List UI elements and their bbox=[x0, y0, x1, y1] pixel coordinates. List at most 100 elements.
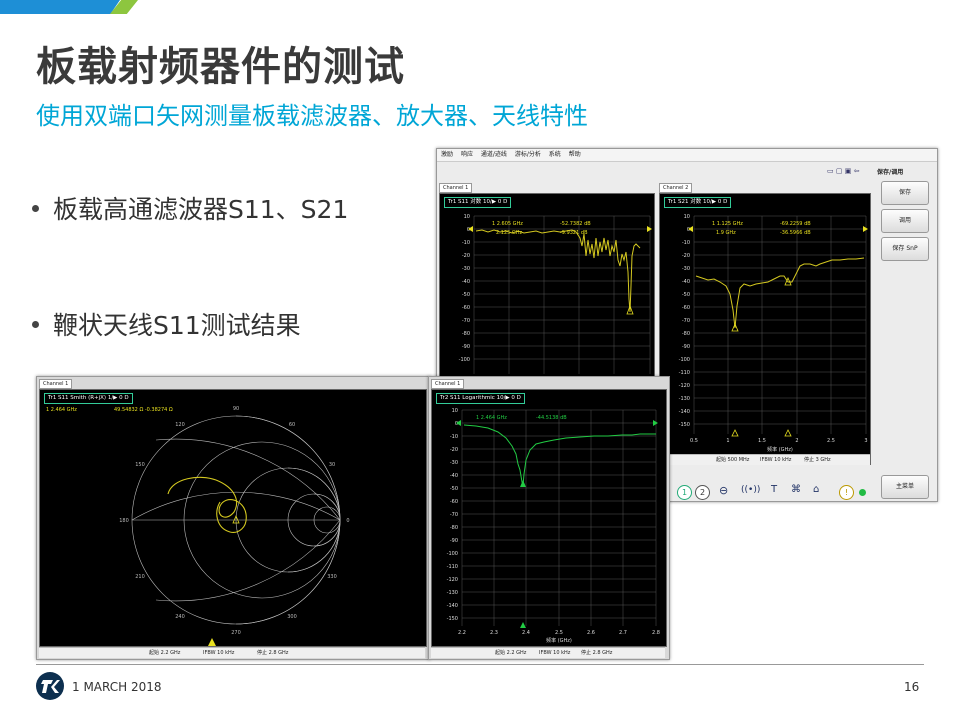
vna-menubar: 激励 响应 通道/迹线 游标/分析 系统 帮助 bbox=[437, 149, 937, 162]
save-snp-button[interactable]: 保存 SnP bbox=[881, 237, 929, 261]
port-2-icon[interactable]: 2 bbox=[695, 485, 710, 500]
y-tick: -150 bbox=[447, 616, 458, 622]
footer-date: 1 MARCH 2018 bbox=[72, 680, 162, 694]
antenna-graph: 10 0 -10 -20 -30 -40 -50 -60 -70 -80 -90… bbox=[447, 408, 660, 644]
calibration-icon[interactable]: ⌘ bbox=[791, 484, 801, 495]
y-tick: -140 bbox=[679, 409, 690, 415]
status-ifbw: IFBW 10 kHz bbox=[203, 650, 235, 656]
wireless-icon[interactable]: ((•)) bbox=[741, 485, 760, 495]
reference-icon[interactable]: ⌂ bbox=[813, 484, 819, 495]
y-tick: -120 bbox=[447, 577, 458, 583]
marker-2-freq: 1.9 GHz bbox=[716, 230, 736, 236]
menu-item[interactable]: 系统 bbox=[549, 151, 561, 158]
side-panel-title: 保存/调用 bbox=[877, 169, 904, 176]
antenna-plot: Tr2 S11 Logarithmic 10/▶ 0 D 10 0 -10 -2… bbox=[431, 389, 667, 647]
page-subtitle: 使用双端口矢网测量板载滤波器、放大器、天线特性 bbox=[36, 102, 588, 130]
status-stop: 停止 2.8 GHz bbox=[581, 650, 613, 656]
main-menu-button[interactable]: 主菜单 bbox=[881, 475, 929, 499]
y-tick: 0 bbox=[687, 227, 690, 233]
bullet-dot-icon bbox=[32, 204, 39, 212]
x-tick: 2.5 bbox=[555, 630, 563, 636]
y-tick: -140 bbox=[447, 603, 458, 609]
bullet-item: 鞭状天线S11测试结果 bbox=[32, 306, 301, 342]
temperature-icon[interactable]: ! bbox=[839, 485, 854, 500]
y-tick: -50 bbox=[462, 292, 470, 298]
ring-label: 120 bbox=[175, 422, 185, 428]
x-tick: 1.5 bbox=[758, 438, 766, 444]
y-tick: -40 bbox=[450, 473, 458, 479]
y-tick: -90 bbox=[462, 344, 470, 350]
antenna-statusbar: 起始 2.2 GHz IFBW 10 kHz 停止 2.8 GHz bbox=[431, 647, 665, 658]
marker-1-value: -52.7382 dB bbox=[560, 221, 591, 227]
y-tick: -80 bbox=[682, 331, 690, 337]
y-tick: -10 bbox=[682, 240, 690, 246]
menu-item[interactable]: 游标/分析 bbox=[515, 151, 541, 158]
ch1-graph: 10 0 -10 -20 -30 -40 -50 -60 -70 -80 -90… bbox=[459, 214, 652, 374]
y-tick: -100 bbox=[679, 357, 690, 363]
marker-1-value: -69.2259 dB bbox=[780, 221, 811, 227]
x-axis-label: 频率 (GHz) bbox=[767, 446, 793, 453]
y-tick: -50 bbox=[682, 292, 690, 298]
recall-button[interactable]: 调用 bbox=[881, 209, 929, 233]
channel-label[interactable]: Channel 1 bbox=[39, 379, 73, 389]
ring-label: 150 bbox=[135, 462, 145, 468]
y-tick: -90 bbox=[450, 538, 458, 544]
x-tick: 2 bbox=[795, 438, 798, 444]
smith-window: Channel 1 Tr1 S11 Smith (R+jX) 1/▶ 0 D 1… bbox=[36, 376, 430, 660]
y-tick: -30 bbox=[450, 460, 458, 466]
save-button[interactable]: 保存 bbox=[881, 181, 929, 205]
restore-icon[interactable]: ▢ bbox=[836, 167, 843, 175]
y-tick: -80 bbox=[462, 331, 470, 337]
menu-item[interactable]: 帮助 bbox=[569, 151, 581, 158]
status-start: 起始 500 MHz bbox=[716, 457, 750, 463]
y-tick: -40 bbox=[682, 279, 690, 285]
minimize-icon[interactable]: ▭ bbox=[827, 167, 834, 175]
back-arrow-icon[interactable]: ⇦ bbox=[854, 167, 860, 175]
y-tick: -100 bbox=[447, 551, 458, 557]
y-tick: -80 bbox=[450, 525, 458, 531]
y-tick: -60 bbox=[682, 305, 690, 311]
sweep-icon[interactable]: ⊖ bbox=[719, 484, 728, 497]
maximize-icon[interactable]: ▣ bbox=[845, 167, 852, 175]
marker-1-value: -44.5138 dB bbox=[536, 415, 567, 421]
bullet-text: 板载高通滤波器S11、S21 bbox=[53, 195, 349, 224]
y-tick: 10 bbox=[464, 214, 470, 220]
y-tick: -100 bbox=[459, 357, 470, 363]
status-start: 起始 2.2 GHz bbox=[495, 650, 527, 656]
ring-label: 210 bbox=[135, 574, 145, 580]
menu-item[interactable]: 通道/迹线 bbox=[481, 151, 507, 158]
header-deco-blue bbox=[0, 0, 120, 14]
status-ifbw: IFBW 10 kHz bbox=[539, 650, 571, 656]
channel-label[interactable]: Channel 1 bbox=[439, 183, 473, 193]
y-tick: -20 bbox=[450, 447, 458, 453]
x-tick: 2.6 bbox=[587, 630, 595, 636]
status-start: 起始 2.2 GHz bbox=[149, 650, 181, 656]
channel-label[interactable]: Channel 2 bbox=[659, 183, 693, 193]
status-stop: 停止 2.8 GHz bbox=[257, 650, 289, 656]
status-led-icon bbox=[859, 489, 866, 496]
status-ifbw: IFBW 10 kHz bbox=[760, 457, 792, 463]
y-tick: 0 bbox=[467, 227, 470, 233]
smith-plot: Tr1 S11 Smith (R+jX) 1/▶ 0 D 1 2.464 GHz… bbox=[39, 389, 427, 647]
y-tick: -120 bbox=[679, 383, 690, 389]
marker-2-value: -36.5966 dB bbox=[780, 230, 811, 236]
ring-label: 270 bbox=[231, 630, 241, 636]
status-stop: 停止 3 GHz bbox=[804, 457, 831, 463]
port-1-icon[interactable]: 1 bbox=[677, 485, 692, 500]
channel-label[interactable]: Channel 1 bbox=[431, 379, 465, 389]
y-tick: -70 bbox=[682, 318, 690, 324]
x-tick: 0.5 bbox=[690, 438, 698, 444]
ch2-plot: Tr1 S21 对数 10/▶ 0 D 10 0 -10 -20 -30 -40… bbox=[659, 193, 871, 465]
ring-label: 330 bbox=[327, 574, 337, 580]
marker-1-freq: 1 2.464 GHz bbox=[476, 415, 507, 421]
x-tick: 2.7 bbox=[619, 630, 627, 636]
smith-statusbar: 起始 2.2 GHz IFBW 10 kHz 停止 2.8 GHz bbox=[39, 647, 425, 658]
x-tick: 2.5 bbox=[827, 438, 835, 444]
ring-label: 60 bbox=[289, 422, 295, 428]
company-logo-icon bbox=[36, 672, 64, 700]
y-tick: -90 bbox=[682, 344, 690, 350]
trigger-icon[interactable]: T bbox=[771, 484, 777, 495]
menu-item[interactable]: 激励 bbox=[441, 151, 453, 158]
menu-item[interactable]: 响应 bbox=[461, 151, 473, 158]
y-tick: -30 bbox=[682, 266, 690, 272]
